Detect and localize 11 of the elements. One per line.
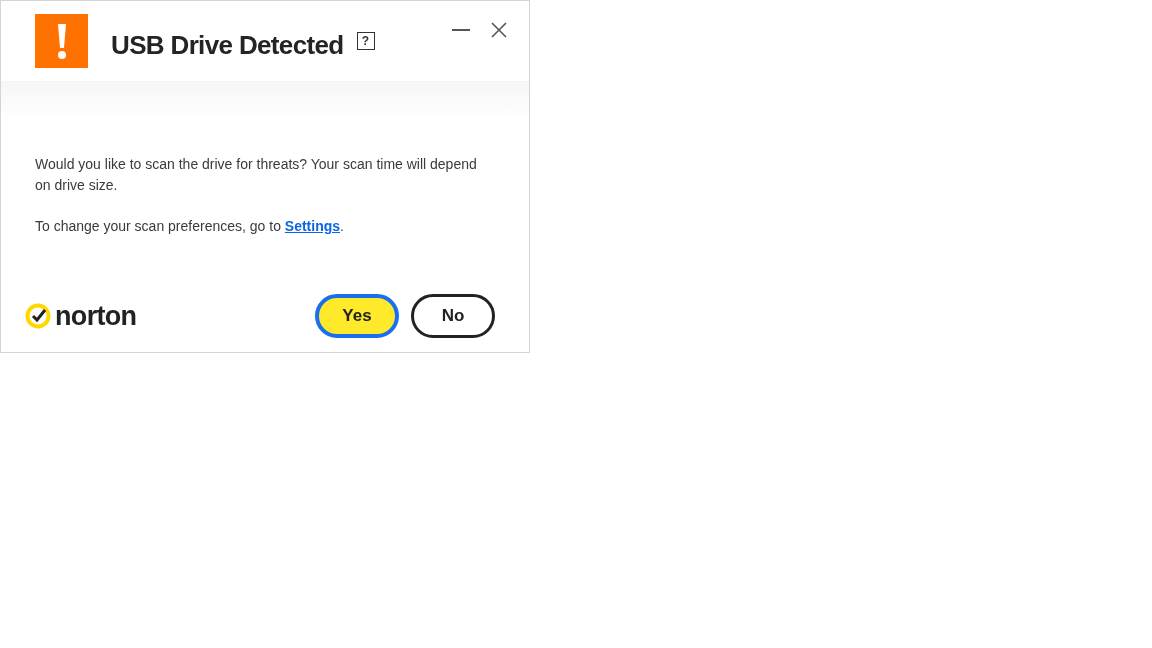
scan-message: Would you like to scan the drive for threats? Your scan time will depend on drive size. [35, 155, 478, 195]
settings-sentence: To change your scan preferences, go to Settings. [35, 217, 345, 236]
warning-icon [35, 14, 88, 68]
checkmark-logo-icon [25, 303, 51, 329]
dialog-button[interactable]: Yes [315, 294, 399, 338]
dialog-button[interactable]: No [411, 294, 495, 338]
help-button[interactable]: ? [356, 32, 375, 50]
window-title: USB Drive Detected [111, 29, 344, 62]
minimize-icon [452, 29, 470, 31]
brand-logo: norton [55, 302, 137, 330]
close-icon [491, 22, 507, 38]
